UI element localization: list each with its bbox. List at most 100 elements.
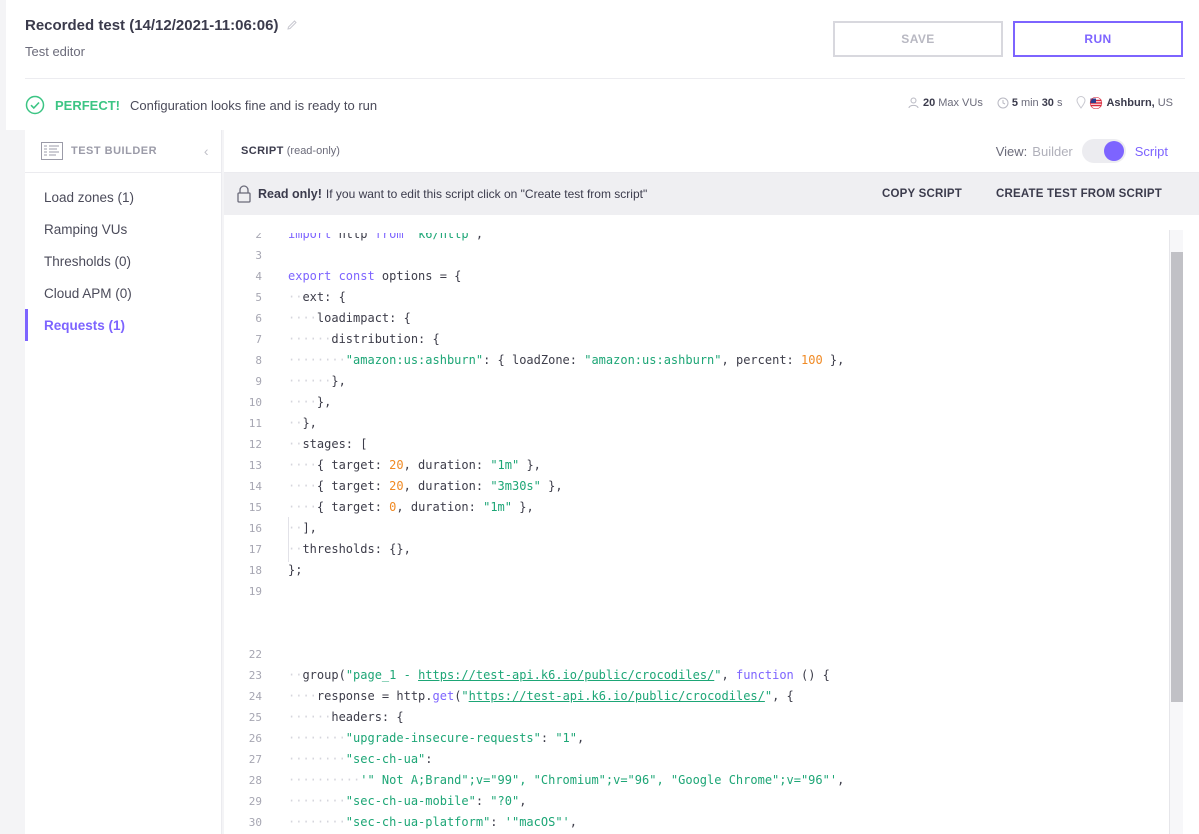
pencil-icon[interactable] [286, 18, 298, 30]
code-token: "sec-ch-ua-mobile" [345, 794, 476, 808]
code-token: ·· [288, 542, 303, 556]
line-number: 2 [255, 233, 262, 241]
read-only-bold: Read only! [258, 187, 322, 201]
code-token: }, [331, 374, 346, 388]
code-token: "1m" [490, 458, 520, 472]
indent-guide [288, 517, 289, 562]
test-meta: 20 Max VUs 5 min 30 s Ashburn, US [907, 96, 1173, 109]
code-token: ········ [288, 731, 346, 745]
sidebar-item-ramping-vus[interactable]: Ramping VUs [25, 213, 221, 245]
line-number: 8 [255, 354, 262, 367]
script-panel: SCRIPT (read-only) View: Builder Script … [224, 130, 1199, 834]
clock-icon [997, 97, 1009, 108]
code-token: , { [772, 689, 794, 703]
code-line: 10 ····}, [224, 392, 332, 413]
code-line: 30 ········"sec-ch-ua-platform": '"macOS"… [224, 812, 577, 833]
code-token: , [837, 773, 845, 787]
code-token: 100 [801, 353, 823, 367]
read-only-label: (read-only) [286, 145, 340, 157]
code-token: get [432, 689, 455, 703]
sidebar-title: TEST BUILDER [71, 145, 158, 157]
chevron-left-icon[interactable]: ‹ [204, 143, 209, 159]
code-line: 28 ··········'" Not A;Brand";v="99", "Chr… [224, 770, 845, 791]
read-only-banner: Read only! If you want to edit this scri… [224, 173, 1199, 215]
code-token: ········ [288, 794, 346, 808]
toggle-knob [1103, 141, 1124, 161]
code-token: }, [540, 479, 563, 493]
line-number: 26 [248, 732, 262, 745]
scrollbar-thumb[interactable] [1171, 252, 1183, 702]
test-title-text: Recorded test (14/12/2021-11:06:06) [25, 17, 279, 34]
duration-sec-value: 30 [1041, 96, 1054, 109]
code-token: "amazon:us:ashburn" [584, 353, 722, 367]
code-token: : { loadZone: [483, 353, 585, 367]
code-token: https://test-api.k6.io/public/crocodiles… [418, 668, 715, 682]
code-line: 25 ······headers: { [224, 707, 404, 728]
sidebar-item-thresholds[interactable]: Thresholds (0) [25, 245, 221, 277]
code-line: 2 import http from "k6/http"; [224, 233, 483, 245]
code-line: 13 ····{ target: 20, duration: "1m" }, [224, 455, 541, 476]
code-token: function [735, 668, 794, 682]
location-pin-icon [1076, 96, 1086, 109]
code-token: headers: { [331, 710, 404, 724]
code-token: : [490, 815, 505, 829]
code-token: , [577, 731, 585, 745]
location-city: Ashburn, [1106, 96, 1155, 109]
run-button[interactable]: RUN [1013, 21, 1183, 57]
code-token: }, [822, 353, 845, 367]
code-line: 24 ····response = http.get("https://test-… [224, 686, 794, 707]
editor-scrollbar[interactable] [1169, 230, 1183, 834]
max-vus-label: Max VUs [938, 96, 983, 109]
code-line: 11 ··}, [224, 413, 317, 434]
line-number: 14 [248, 480, 262, 493]
script-header: SCRIPT (read-only) View: Builder Script [224, 130, 1199, 173]
code-token: ···· [288, 479, 317, 493]
code-token: ·········· [288, 773, 361, 787]
code-token: : [425, 752, 433, 766]
duration-sec-unit: s [1056, 96, 1063, 109]
status-message: Configuration looks fine and is ready to… [130, 97, 378, 113]
code-token: "k6/http" [410, 233, 476, 241]
code-token: ···· [288, 395, 317, 409]
view-builder-option[interactable]: Builder [1032, 144, 1072, 159]
line-number: 27 [248, 753, 262, 766]
code-line: 14 ····{ target: 20, duration: "3m30s" }, [224, 476, 563, 497]
code-token: import [288, 233, 332, 241]
code-token: { target: [316, 458, 390, 472]
code-line: 12 ··stages: [ [224, 434, 368, 455]
view-script-option[interactable]: Script [1135, 144, 1168, 159]
code-line: 15 ····{ target: 0, duration: "1m" }, [224, 497, 534, 518]
check-circle-icon [25, 95, 45, 115]
code-token: ·· [288, 521, 303, 535]
line-number: 5 [255, 291, 262, 304]
code-token: export const [288, 269, 375, 283]
code-token: }, [519, 458, 541, 472]
line-number: 4 [255, 270, 262, 283]
copy-script-button[interactable]: COPY SCRIPT [882, 188, 962, 200]
code-editor[interactable]: 2 import http from "k6/http"; 3 4 export con… [224, 233, 1168, 834]
view-label: View: [995, 143, 1028, 159]
line-number: 7 [255, 333, 262, 346]
code-line: 18}; [224, 560, 303, 581]
line-number: 25 [248, 711, 262, 724]
lock-icon [237, 185, 251, 203]
code-token: ······ [288, 374, 332, 388]
us-flag-icon [1090, 96, 1103, 109]
view-toggle[interactable] [1081, 139, 1126, 163]
sidebar-item-cloud-apm[interactable]: Cloud APM (0) [25, 277, 221, 309]
code-token: ···· [288, 689, 317, 703]
create-test-from-script-button[interactable]: CREATE TEST FROM SCRIPT [996, 188, 1162, 200]
code-token: options = { [374, 269, 462, 283]
code-token: ······ [288, 710, 332, 724]
save-button[interactable]: SAVE [833, 21, 1003, 57]
code-line: 19 [224, 581, 288, 602]
line-number: 28 [248, 774, 262, 787]
code-token: ········ [288, 353, 346, 367]
line-number: 24 [248, 690, 262, 703]
code-token: " [461, 689, 469, 703]
sidebar-item-load-zones[interactable]: Load zones (1) [25, 181, 221, 213]
code-token: "sec-ch-ua" [345, 752, 426, 766]
code-line: 29 ········"sec-ch-ua-mobile": "?0", [224, 791, 527, 812]
sidebar-item-requests[interactable]: Requests (1) [25, 309, 221, 341]
